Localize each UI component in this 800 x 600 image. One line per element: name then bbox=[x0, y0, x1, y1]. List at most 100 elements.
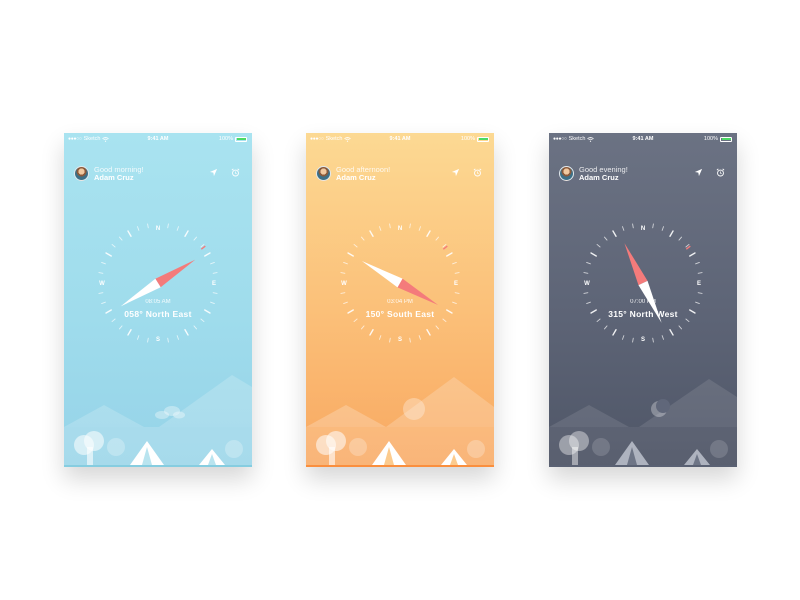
cardinal-n: N bbox=[398, 226, 402, 232]
landscape-illustration bbox=[64, 375, 252, 467]
compass-heading: 150° South East bbox=[365, 309, 435, 319]
compass-tick bbox=[409, 223, 411, 229]
compass-tick bbox=[426, 230, 431, 237]
compass-tick bbox=[137, 335, 140, 340]
compass-tick bbox=[212, 272, 218, 274]
compass-info: 03:04 PM 150° South East bbox=[306, 299, 494, 320]
header: Good evening! Adam Cruz bbox=[559, 163, 727, 183]
battery-group: 100% bbox=[219, 136, 247, 142]
compass-tick bbox=[98, 292, 104, 294]
compass-tick bbox=[369, 230, 374, 237]
compass-tick bbox=[111, 243, 116, 248]
battery-icon bbox=[477, 136, 489, 142]
cardinal-e: E bbox=[212, 281, 216, 287]
compass-tick bbox=[586, 262, 591, 265]
compass-tick bbox=[212, 292, 218, 294]
battery-icon bbox=[235, 136, 247, 142]
cardinal-s: S bbox=[398, 337, 402, 343]
compass-tick bbox=[652, 337, 654, 343]
compass-tick bbox=[596, 243, 601, 248]
compass-tick bbox=[583, 272, 589, 274]
compass-tick bbox=[137, 226, 140, 231]
compass-tick bbox=[118, 236, 123, 241]
compass-time: 08:05 AM bbox=[145, 299, 171, 305]
location-arrow-icon[interactable] bbox=[694, 168, 703, 177]
compass-tick bbox=[661, 335, 664, 340]
compass-tick bbox=[340, 272, 346, 274]
compass-tick bbox=[184, 329, 189, 336]
avatar[interactable] bbox=[559, 166, 574, 181]
user-name: Adam Cruz bbox=[336, 173, 376, 182]
landscape-illustration bbox=[306, 377, 494, 467]
compass-tick bbox=[669, 230, 674, 237]
compass-tick bbox=[452, 262, 457, 265]
compass-tick bbox=[389, 223, 391, 229]
compass-tick bbox=[127, 230, 132, 237]
compass-tick bbox=[435, 236, 440, 241]
status-bar: ●●●○○ Sketch 9:41 AM 100% bbox=[549, 133, 737, 145]
compass-tick bbox=[418, 226, 421, 231]
compass-tick bbox=[590, 252, 597, 257]
compass-tick bbox=[210, 262, 215, 265]
location-arrow-icon[interactable] bbox=[209, 168, 218, 177]
compass-tick bbox=[101, 262, 106, 265]
compass-tick bbox=[435, 325, 440, 330]
header: Good afternoon! Adam Cruz bbox=[316, 163, 484, 183]
compass-tick bbox=[343, 262, 348, 265]
compass-tick bbox=[340, 292, 346, 294]
compass-tick bbox=[193, 325, 198, 330]
avatar[interactable] bbox=[74, 166, 89, 181]
compass-tick bbox=[176, 335, 179, 340]
compass-tick bbox=[603, 325, 608, 330]
alarm-clock-icon[interactable] bbox=[231, 168, 240, 177]
compass-tick bbox=[118, 325, 123, 330]
cardinal-w: W bbox=[99, 281, 105, 287]
compass-tick bbox=[697, 272, 703, 274]
compass-time: 07:00 PM bbox=[630, 299, 656, 305]
compass-tick bbox=[678, 325, 683, 330]
battery-group: 100% bbox=[704, 136, 732, 142]
compass-tick bbox=[612, 329, 617, 336]
compass-tick bbox=[622, 226, 625, 231]
compass-tick bbox=[583, 292, 589, 294]
alarm-clock-icon[interactable] bbox=[716, 168, 725, 177]
compass-tick bbox=[409, 337, 411, 343]
cardinal-n: N bbox=[641, 226, 645, 232]
compass-tick bbox=[347, 252, 354, 257]
compass-tick bbox=[622, 335, 625, 340]
alarm-clock-icon[interactable] bbox=[473, 168, 482, 177]
cloud-icon bbox=[155, 406, 185, 419]
ground bbox=[306, 465, 494, 467]
cardinal-w: W bbox=[584, 281, 590, 287]
compass-tick bbox=[632, 223, 634, 229]
compass-heading: 315° North West bbox=[608, 309, 678, 319]
compass-tick bbox=[446, 252, 453, 257]
avatar[interactable] bbox=[316, 166, 331, 181]
location-arrow-icon[interactable] bbox=[451, 168, 460, 177]
compass-heading: 058° North East bbox=[124, 309, 192, 319]
compass-tick bbox=[379, 335, 382, 340]
compass-tick bbox=[661, 226, 664, 231]
compass-tick bbox=[98, 272, 104, 274]
compass-tick bbox=[418, 335, 421, 340]
cardinal-e: E bbox=[454, 281, 458, 287]
header: Good morning! Adam Cruz bbox=[74, 163, 242, 183]
compass-tick bbox=[612, 230, 617, 237]
cardinal-s: S bbox=[641, 337, 645, 343]
compass-tick bbox=[105, 252, 112, 257]
landscape-illustration bbox=[549, 379, 737, 467]
compass-tick bbox=[379, 226, 382, 231]
sun-icon bbox=[403, 398, 425, 420]
compass-tick bbox=[184, 230, 189, 237]
compass-time: 03:04 PM bbox=[387, 299, 413, 305]
phone-screen-afternoon: ●●●○○ Sketch 9:41 AM 100% Good afternoon… bbox=[306, 133, 494, 467]
cardinal-w: W bbox=[341, 281, 347, 287]
compass-dial: N E S W bbox=[98, 223, 218, 343]
cardinal-e: E bbox=[697, 281, 701, 287]
compass-tick bbox=[369, 329, 374, 336]
compass-tick bbox=[147, 337, 149, 343]
compass-tick bbox=[678, 236, 683, 241]
compass-tick bbox=[167, 223, 169, 229]
user-name: Adam Cruz bbox=[94, 173, 134, 182]
compass-tick bbox=[669, 329, 674, 336]
